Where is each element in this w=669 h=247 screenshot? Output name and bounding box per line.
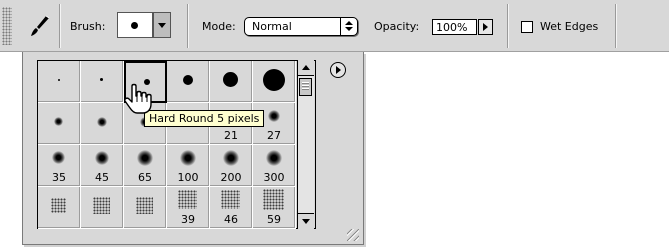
soft-brush-tip-icon [95,151,109,165]
brush-preset[interactable]: 65 [124,145,167,187]
mode-select[interactable]: Normal [244,17,358,36]
soft-brush-tip-icon [52,151,65,164]
options-bar-grip[interactable] [2,7,12,45]
mode-label: Mode: [202,20,236,33]
brush-preset[interactable] [81,187,124,229]
flyout-menu-icon[interactable] [330,62,346,78]
brush-preset[interactable] [167,61,210,103]
brush-preset[interactable]: 59 [253,187,296,229]
hard-brush-tip-icon [100,78,103,81]
soft-brush-tip-icon [223,150,239,166]
tool-options-bar: Brush: Mode: Normal Opacity: 100% Wet Ed… [0,0,669,52]
mode-select-value: Normal [252,20,292,33]
brush-preset[interactable] [38,187,81,229]
brush-tool-icon[interactable] [28,14,52,38]
scatter-brush-tip-icon [178,190,197,209]
brush-tooltip: Hard Round 5 pixels [144,110,265,127]
brush-size-label: 59 [267,213,281,226]
hard-brush-tip-icon [183,75,193,85]
arrow-down-icon [302,219,310,224]
brush-preset[interactable] [253,61,296,103]
opacity-value: 100% [436,21,468,34]
brush-size-label: 35 [52,171,66,184]
soft-brush-tip-icon [180,150,196,166]
select-arrows-icon [340,18,357,35]
separator [615,4,616,48]
brush-preset[interactable] [38,61,81,103]
brush-preset[interactable]: 100 [167,145,210,187]
scroll-thumb[interactable] [299,78,312,96]
brush-preset[interactable] [210,61,253,103]
scatter-brush-tip-icon [263,189,284,210]
brush-preset[interactable] [81,61,124,103]
brush-size-label: 45 [95,171,109,184]
brush-picker-panel: 21 27 35 45 65 100 200 300 39 46 59 [22,52,364,245]
scatter-brush-tip-icon [93,197,110,214]
soft-brush-tip-icon [268,110,280,122]
brush-size-label: 65 [138,171,152,184]
soft-brush-tip-icon [137,150,153,166]
resize-grip-icon[interactable] [347,229,359,241]
brush-preset[interactable]: 45 [81,145,124,187]
wet-edges-checkbox[interactable] [521,21,533,33]
separator [507,4,508,48]
brush-preset[interactable]: 46 [210,187,253,229]
brush-size-label: 21 [224,129,238,142]
soft-brush-tip-icon [266,150,282,166]
opacity-input[interactable]: 100% [432,19,477,35]
brush-grid-scrollbar[interactable] [297,60,314,229]
brush-preset[interactable] [38,103,81,145]
brush-size-label: 200 [220,171,242,184]
soft-brush-tip-icon [97,117,107,127]
brush-preset[interactable]: 35 [38,145,81,187]
scatter-brush-tip-icon [136,197,153,214]
hard-brush-tip-icon [58,79,60,81]
brush-preset[interactable] [124,187,167,229]
brush-label: Brush: [70,20,106,33]
hard-brush-tip-icon [223,72,238,87]
dropdown-arrow-icon [158,23,166,28]
brush-preset[interactable]: 300 [253,145,296,187]
brush-picker-dropdown-button[interactable] [153,12,171,38]
brush-size-label: 100 [177,171,199,184]
separator [187,4,188,48]
soft-brush-tip-icon [54,117,63,126]
brush-preview[interactable] [117,12,153,38]
brush-preset[interactable] [81,103,124,145]
brush-size-label: 46 [224,213,238,226]
pointing-hand-cursor-icon [124,83,152,114]
scroll-up-button[interactable] [298,60,314,76]
opacity-slider-button[interactable] [478,19,493,35]
brush-size-label: 27 [267,129,281,142]
scatter-brush-tip-icon [221,190,240,209]
brush-size-label: 300 [263,171,285,184]
scatter-brush-tip-icon [51,198,66,213]
brush-preset[interactable]: 39 [167,187,210,229]
brush-grid: 21 27 35 45 65 100 200 300 39 46 59 [37,60,316,229]
scroll-down-button[interactable] [298,213,314,229]
separator [59,4,60,48]
wet-edges-label[interactable]: Wet Edges [540,20,598,33]
arrow-up-icon [302,65,310,70]
brush-preview-dot [131,22,138,29]
brush-size-label: 39 [181,213,195,226]
opacity-label: Opacity: [374,20,420,33]
hard-brush-tip-icon [263,69,285,91]
brush-preset[interactable]: 200 [210,145,253,187]
arrow-right-icon [483,23,488,31]
